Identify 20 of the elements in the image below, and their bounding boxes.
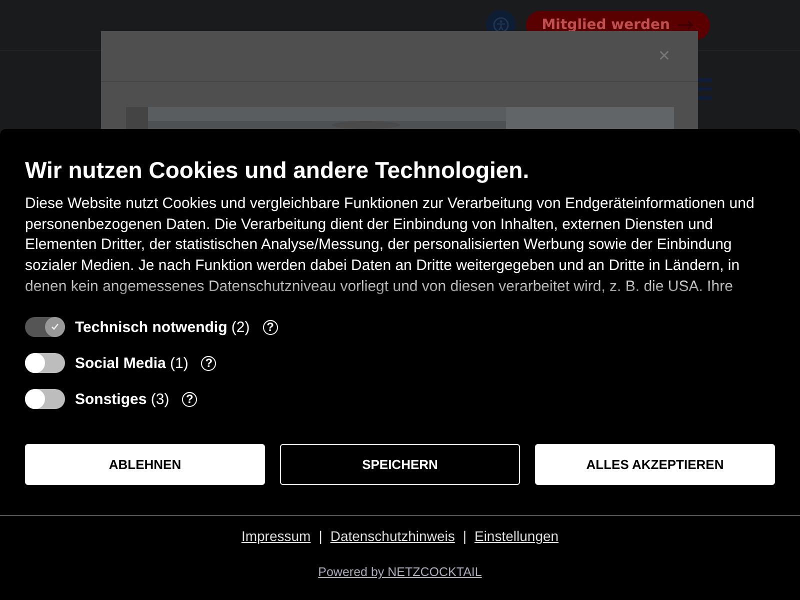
consent-button[interactable]: ALLES AKZEPTIEREN [535, 444, 775, 485]
footer-link[interactable]: Einstellungen [474, 528, 559, 544]
category-label: Technisch notwendig (2) [75, 318, 250, 336]
cookie-description: Diese Website nutzt Cookies und vergleichbare Funktionen zur Verarbeitung von Endgeräteinformationen und personenbezogenen Daten. Die Verarbeitung dient der Einbindung von Inhalten, externen Diensten und Elementen Dritter, der statistischen Analyse/Messung, der personalisierten Werbung sowie der Einbindung sozialer Medien. Je nach Funktion werden dabei Daten an Dritte weitergegeben und an Dritte in Ländern, in denen kein angemessenes Datenschutzniveau vorliegt und von diesen verarbeitet wird, z. B. die USA. Ihre [25, 194, 756, 297]
help-button[interactable]: ? [201, 356, 216, 370]
category-label: Social Media (1) [75, 354, 188, 372]
banner-title: Wir nutzen Cookies und andere Technologien. [24, 156, 530, 183]
footer-link[interactable]: Impressum [241, 528, 311, 544]
help-button[interactable]: ? [182, 392, 198, 406]
check-icon [50, 322, 60, 332]
category-label: Sonstiges (3) [75, 390, 170, 408]
footer-link[interactable]: Datenschutzhinweis [330, 528, 455, 544]
powered-by-link[interactable]: Powered by NETZCOCKTAIL [318, 565, 482, 579]
consent-button[interactable]: ABLEHNEN [25, 444, 265, 485]
toggle-switch[interactable] [25, 389, 65, 409]
arrow-icon [678, 20, 694, 30]
toggle-switch[interactable] [25, 353, 65, 373]
consent-button[interactable]: SPEICHERN [280, 444, 520, 485]
separator: | [318, 528, 322, 544]
separator: | [462, 528, 466, 544]
